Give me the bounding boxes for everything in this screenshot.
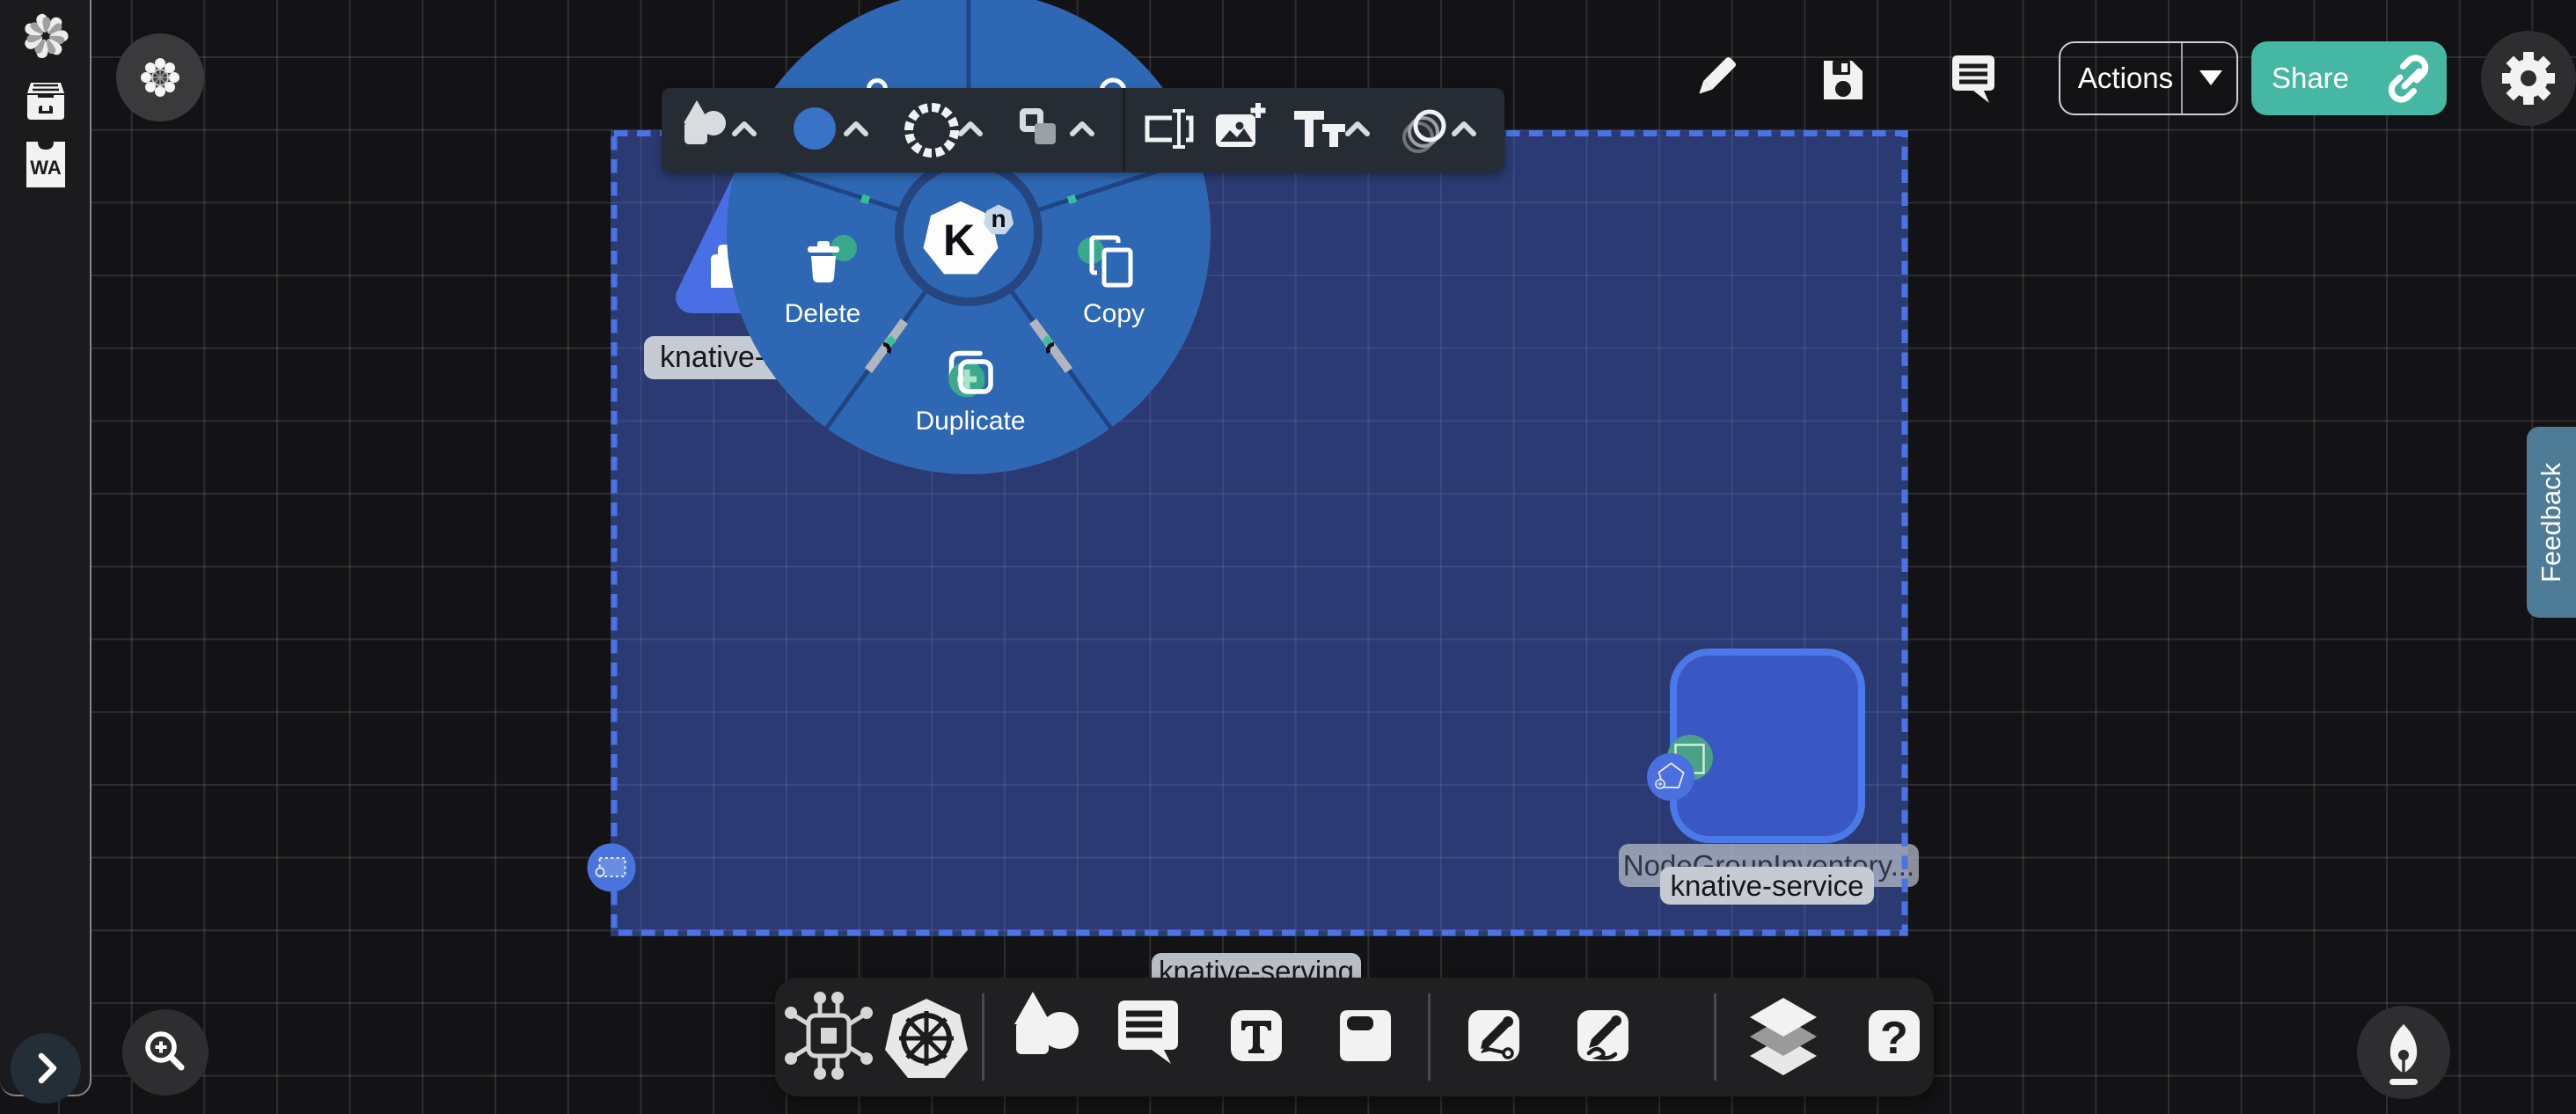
svg-text:n: n: [991, 205, 1006, 232]
svg-text:K: K: [943, 216, 975, 265]
svg-text:?: ?: [1880, 1013, 1908, 1064]
svg-text:WA: WA: [30, 157, 62, 179]
